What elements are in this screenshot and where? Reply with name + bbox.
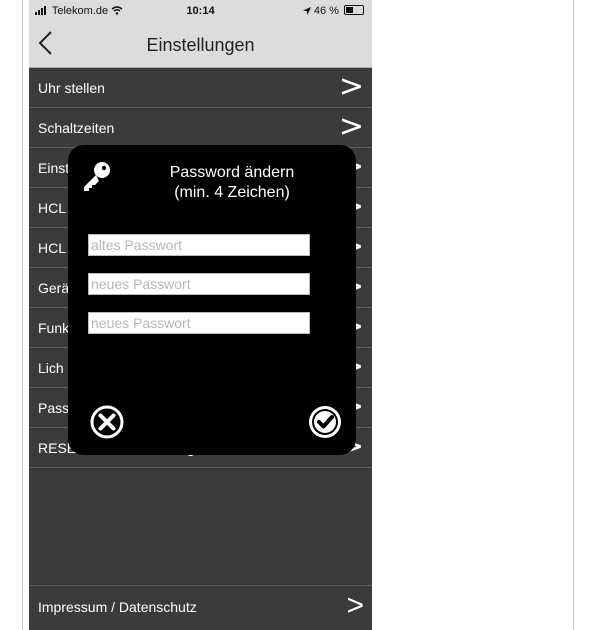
page-title: Einstellungen [146,35,255,55]
check-circle-icon[interactable] [308,405,342,439]
dialog-title-line2: (min. 4 Zeichen) [174,184,290,201]
settings-item-impressum[interactable]: Impressum / Datenschutz > [29,585,372,626]
navigation-bar: Einstellungen [29,22,372,68]
dialog-title-line1: Password ändern [169,164,295,181]
settings-item-label: Uhr stellen [38,80,105,96]
settings-item-label: HCL [38,200,67,216]
settings-item-label: Schaltzeiten [38,120,115,136]
old-password-input[interactable] [88,234,310,256]
chevron-right-icon: > [338,109,364,144]
battery-info: 46 % [302,5,364,17]
settings-item-label: Lich [38,360,64,376]
settings-item-label: Funk [38,320,70,336]
chevron-right-icon: > [338,69,364,104]
battery-icon [344,5,364,15]
confirm-password-input[interactable] [88,312,310,334]
close-circle-icon[interactable] [90,405,124,439]
battery-percent: 46 % [313,5,339,17]
phone-screen: Telekom.de 10:14 46 % Einstellungen Uhr … [29,0,372,630]
status-bar: Telekom.de 10:14 46 % [29,0,372,22]
settings-item-label: HCL [38,240,67,256]
new-password-input[interactable] [88,273,310,295]
settings-item[interactable]: Schaltzeiten > [29,108,372,148]
chevron-right-icon: > [346,589,364,622]
settings-item-label: Impressum / Datenschutz [38,599,197,615]
change-password-dialog: Password ändern (min. 4 Zeichen) [68,145,356,455]
dialog-title: Password ändern (min. 4 Zeichen) [108,163,356,203]
screenshot-frame: Telekom.de 10:14 46 % Einstellungen Uhr … [22,0,574,630]
location-icon [302,7,311,15]
settings-item-label: Einst [38,160,70,176]
settings-item[interactable]: Uhr stellen > [29,68,372,108]
settings-item-label: Gerä [38,280,70,296]
settings-item-label: Pass [38,400,70,416]
